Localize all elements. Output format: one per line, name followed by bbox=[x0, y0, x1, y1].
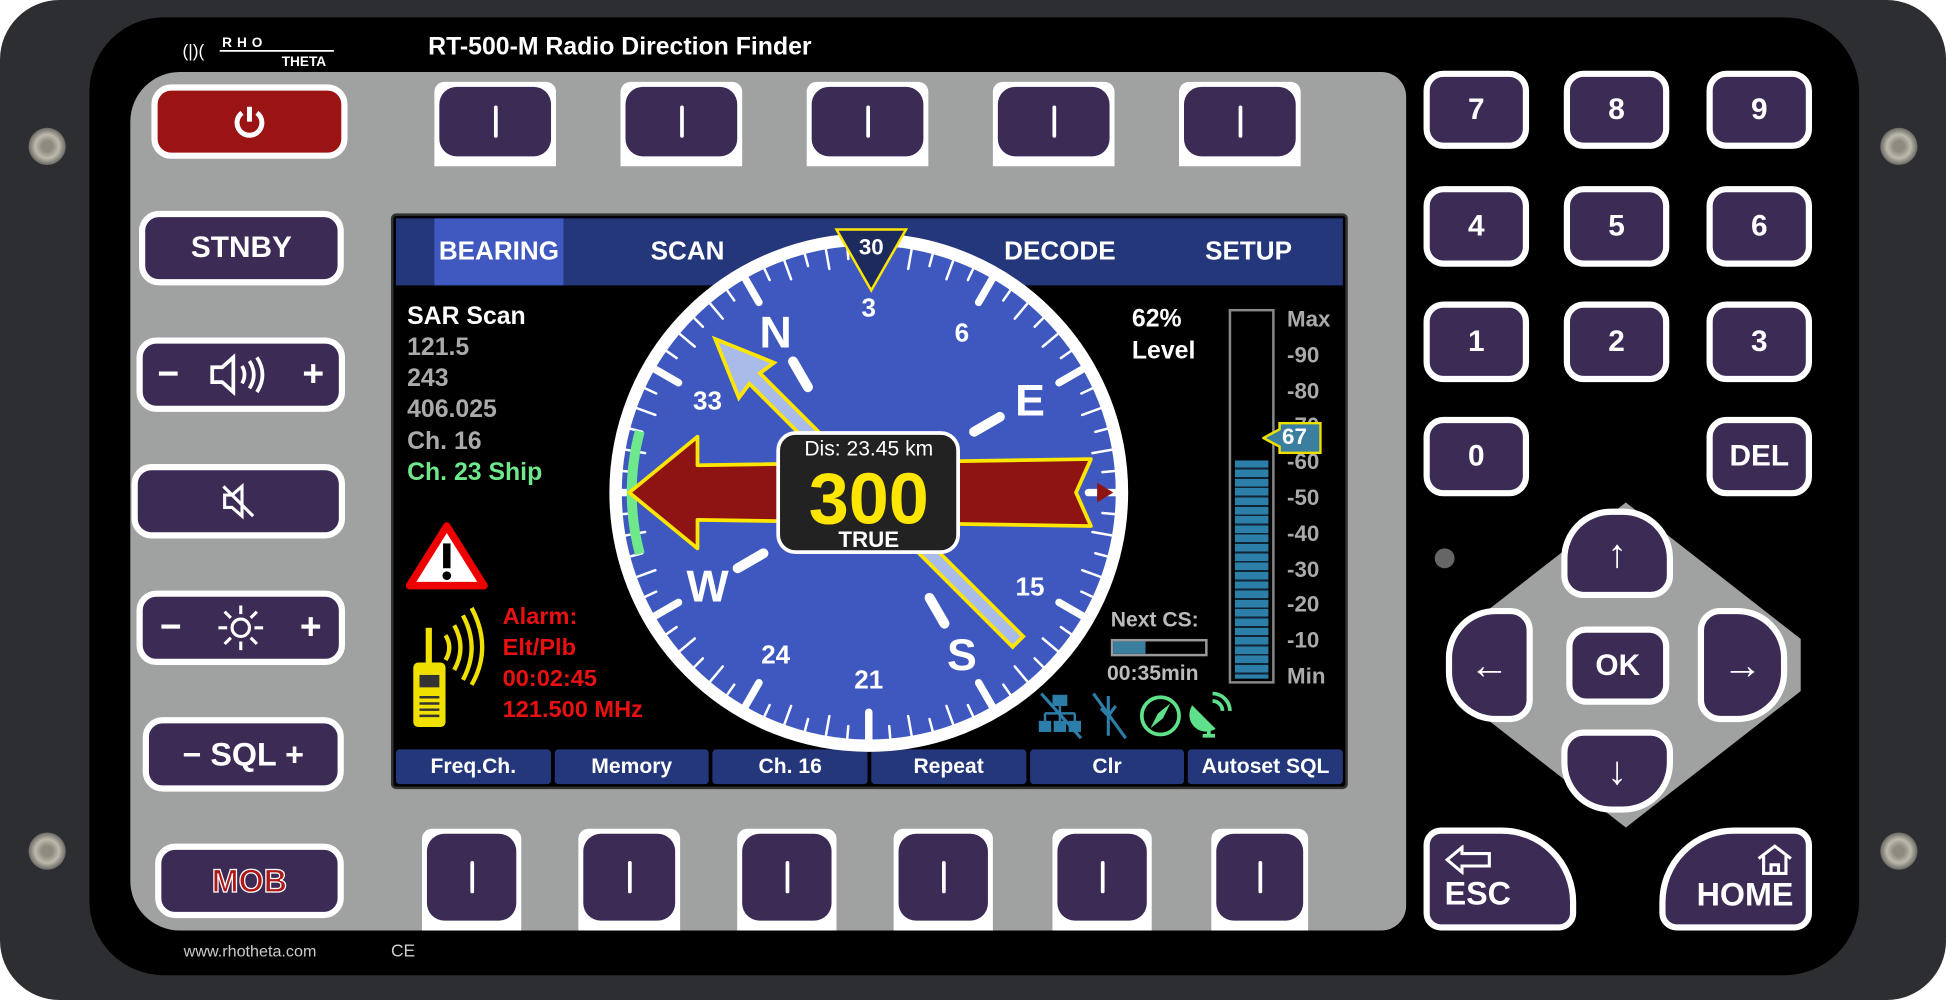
bearing-reference: TRUE bbox=[838, 527, 899, 552]
bottom-softkey-5-button[interactable] bbox=[1057, 833, 1147, 921]
rhotheta-logo: (|)( RHO THETA bbox=[182, 35, 334, 67]
top-softkey-4-button[interactable] bbox=[997, 86, 1110, 157]
top-softkey-3-button[interactable] bbox=[811, 86, 924, 157]
volume-button[interactable]: − + bbox=[136, 337, 346, 412]
right-arrow-button[interactable]: → bbox=[1697, 607, 1788, 723]
screw bbox=[28, 127, 66, 166]
arrow-left-icon: ← bbox=[1469, 642, 1510, 687]
bottom-softkey-1-button[interactable] bbox=[426, 833, 517, 921]
website-label: www.rhotheta.com bbox=[183, 941, 317, 961]
mob-label: MOB bbox=[211, 861, 288, 899]
key-4[interactable]: 4 bbox=[1423, 186, 1530, 267]
degree-label: 33 bbox=[693, 385, 722, 415]
bottom-softkey-4-button[interactable] bbox=[898, 833, 988, 921]
volume-down[interactable]: − bbox=[157, 354, 179, 396]
degree-label: 6 bbox=[955, 317, 970, 347]
speaker-mute-icon bbox=[222, 482, 255, 520]
svg-text:(|)(: (|)( bbox=[182, 41, 204, 61]
home-label: HOME bbox=[1696, 875, 1794, 914]
direction-finder-device: (|)( RHO THETA RT-500-M Radio Direction … bbox=[0, 0, 1946, 1000]
back-arrow-icon bbox=[1444, 844, 1491, 875]
top-softkey-1-button[interactable] bbox=[439, 86, 552, 157]
top-softkey-5[interactable] bbox=[1179, 81, 1301, 167]
delete-key[interactable]: DEL bbox=[1706, 416, 1813, 497]
compass-tick bbox=[1101, 469, 1117, 474]
top-softkey-2[interactable] bbox=[620, 81, 743, 167]
standby-button[interactable]: STNBY bbox=[139, 210, 344, 286]
top-softkey-3[interactable] bbox=[806, 81, 929, 167]
left-arrow-button[interactable]: ← bbox=[1445, 607, 1533, 723]
svg-text:THETA: THETA bbox=[282, 54, 327, 67]
home-icon bbox=[1757, 844, 1792, 876]
down-arrow-button[interactable]: ↓ bbox=[1561, 729, 1674, 813]
key-2[interactable]: 2 bbox=[1563, 301, 1670, 383]
bottom-softkey-6[interactable] bbox=[1211, 828, 1309, 931]
cardinal-label: E bbox=[1015, 377, 1045, 426]
arrow-right-icon: → bbox=[1722, 642, 1763, 687]
volume-up[interactable]: + bbox=[302, 354, 324, 396]
svg-text:RHO: RHO bbox=[222, 35, 267, 50]
mob-button[interactable]: MOB bbox=[155, 843, 344, 919]
display-screen: BEARING SCAN DECODE SETUP Freq.Ch. Memor… bbox=[390, 213, 1348, 790]
brightness-up[interactable]: + bbox=[300, 607, 322, 649]
bottom-softkey-4[interactable] bbox=[893, 828, 993, 931]
device-title: RT-500-M Radio Direction Finder bbox=[428, 33, 812, 61]
ce-mark: CE bbox=[390, 940, 416, 961]
key-9[interactable]: 9 bbox=[1706, 70, 1813, 149]
speaker-icon bbox=[210, 353, 265, 396]
up-arrow-button[interactable]: ↑ bbox=[1561, 508, 1674, 599]
compass-tick bbox=[846, 724, 850, 740]
screw bbox=[1880, 832, 1918, 870]
key-3[interactable]: 3 bbox=[1706, 301, 1813, 383]
key-7[interactable]: 7 bbox=[1423, 70, 1530, 149]
ok-button[interactable]: OK bbox=[1566, 626, 1670, 705]
standby-label: STNBY bbox=[190, 230, 292, 265]
top-softkey-5-button[interactable] bbox=[1184, 86, 1296, 157]
squelch-button[interactable]: − SQL + bbox=[142, 717, 344, 792]
degree-label: 15 bbox=[1015, 572, 1044, 602]
screw bbox=[28, 832, 66, 870]
compass-tick bbox=[1101, 511, 1117, 516]
mute-button[interactable] bbox=[131, 464, 346, 539]
compass-tick bbox=[887, 724, 892, 740]
top-softkey-4[interactable] bbox=[992, 81, 1115, 167]
bottom-softkey-5[interactable] bbox=[1052, 828, 1152, 931]
screw bbox=[1880, 127, 1918, 166]
sun-icon bbox=[218, 605, 264, 651]
degree-label: 3 bbox=[862, 292, 877, 322]
squelch-label: − SQL + bbox=[182, 735, 304, 773]
key-1[interactable]: 1 bbox=[1423, 301, 1530, 383]
brightness-button[interactable]: − + bbox=[136, 590, 346, 666]
power-icon bbox=[234, 106, 265, 138]
arrow-down-icon: ↓ bbox=[1607, 748, 1628, 793]
arrow-up-icon: ↑ bbox=[1607, 530, 1628, 576]
bottom-softkey-3-button[interactable] bbox=[742, 833, 832, 921]
esc-label: ESC bbox=[1444, 874, 1512, 912]
key-8[interactable]: 8 bbox=[1563, 70, 1670, 149]
heading-marker-value: 30 bbox=[859, 234, 884, 259]
bottom-softkey-2-button[interactable] bbox=[583, 833, 676, 921]
key-0[interactable]: 0 bbox=[1423, 416, 1530, 497]
top-softkey-1[interactable] bbox=[434, 81, 557, 167]
bottom-softkey-1[interactable] bbox=[421, 828, 522, 931]
power-button[interactable] bbox=[151, 84, 348, 159]
cardinal-label: N bbox=[760, 309, 792, 358]
top-softkey-2-button[interactable] bbox=[625, 86, 738, 157]
degree-label: 21 bbox=[854, 665, 883, 695]
bottom-softkey-2[interactable] bbox=[578, 828, 681, 931]
compass-rose: N36E1215S2124W303330Dis: 23.45 km300TRUE bbox=[609, 228, 1129, 752]
brightness-down[interactable]: − bbox=[160, 607, 182, 649]
bottom-softkey-3[interactable] bbox=[737, 828, 837, 931]
key-5[interactable]: 5 bbox=[1563, 186, 1670, 267]
cardinal-label: S bbox=[947, 631, 977, 680]
distance-readout: Dis: 23.45 km bbox=[804, 437, 933, 460]
status-led bbox=[1434, 548, 1455, 569]
key-6[interactable]: 6 bbox=[1706, 186, 1813, 267]
bottom-softkey-6-button[interactable] bbox=[1216, 833, 1304, 921]
degree-label: 24 bbox=[761, 640, 790, 670]
cardinal-label: W bbox=[686, 563, 729, 612]
